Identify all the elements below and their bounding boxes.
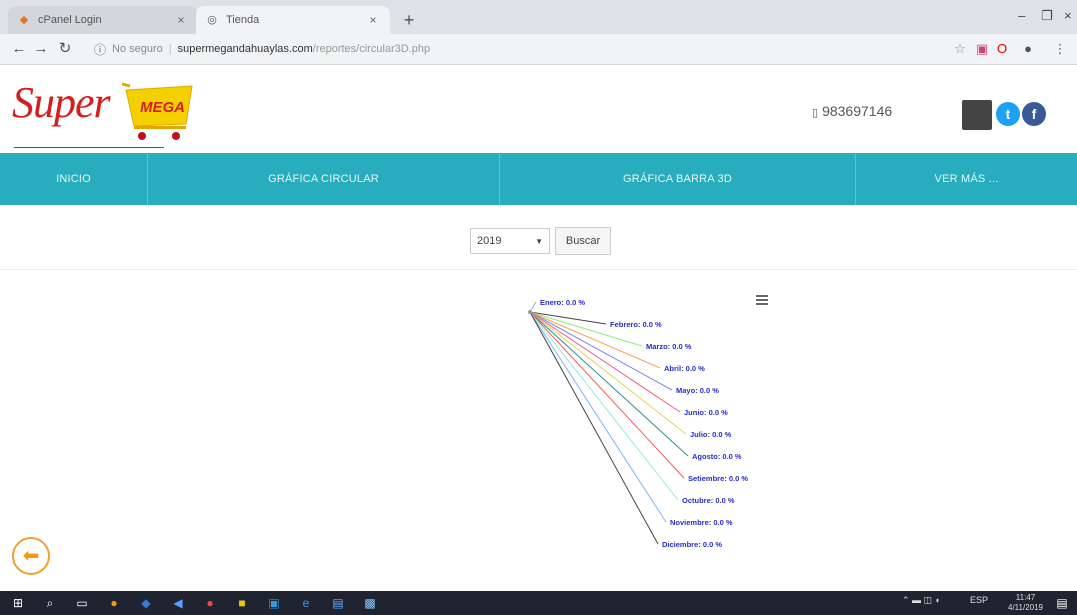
file-explorer-icon[interactable]: ■ (234, 595, 250, 611)
site-logo[interactable]: Super MEGA (12, 74, 212, 154)
address-input[interactable]: ⓘ No seguro | supermegandahuaylas.com /r… (94, 38, 924, 60)
pie-data-label: Diciembre: 0.0 % (662, 540, 722, 549)
bookmark-star-icon[interactable]: ☆ (952, 41, 968, 57)
pie-slice-connector (529, 311, 687, 435)
back-arrow-icon[interactable]: ← (10, 40, 28, 58)
browser-tab-bar: ◆ cPanel Login × ◎ Tienda × + – ❐ × (0, 0, 1077, 34)
close-tab-icon[interactable]: × (174, 13, 188, 27)
chrome-icon[interactable]: ● (202, 595, 218, 611)
pie-data-label: Enero: 0.0 % (540, 298, 585, 307)
year-value: 2019 (477, 235, 502, 247)
pie-data-label: Marzo: 0.0 % (646, 342, 692, 351)
clock-time: 11:47 (1015, 593, 1036, 602)
phone-number: 983697146 (822, 103, 893, 119)
windows-taskbar: ⊞ ⌕ ▭ ● ◆ ◀ ● ■ ▣ e ▤ ▩ ⌃ ▬ ◫ ◖ ESP 11:4… (0, 591, 1077, 615)
app-icon[interactable]: ▤ (330, 595, 346, 611)
tab-cpanel[interactable]: ◆ cPanel Login × (8, 6, 198, 34)
address-bar-row: ← → ↻ ⓘ No seguro | supermegandahuaylas.… (0, 34, 1077, 65)
search-button[interactable]: Buscar (555, 227, 611, 255)
main-nav: INICIO GRÁFICA CIRCULAR GRÁFICA BARRA 3D… (0, 153, 1077, 205)
reload-icon[interactable]: ↻ (56, 40, 74, 58)
windows-start-icon[interactable]: ⊞ (10, 595, 26, 611)
shopping-cart-icon: MEGA (122, 82, 193, 140)
phone-contact: ▯ 983697146 (812, 103, 892, 119)
pie-data-label: Julio: 0.0 % (690, 430, 732, 439)
tab-title: cPanel Login (38, 14, 102, 26)
pie-data-label: Agosto: 0.0 % (692, 452, 742, 461)
search-icon[interactable]: ⌕ (42, 595, 58, 611)
svg-text:MEGA: MEGA (140, 99, 185, 116)
avatar[interactable] (962, 100, 992, 130)
phone-icon: ▯ (812, 107, 819, 119)
pie-slice-connector (529, 311, 679, 501)
logo-underline (14, 147, 164, 148)
cpanel-favicon-icon: ◆ (19, 14, 29, 26)
back-button[interactable]: ⬅ (12, 537, 50, 575)
profile-icon[interactable]: ● (1020, 41, 1036, 57)
restore-icon[interactable]: ❐ (1041, 8, 1053, 24)
url-domain: supermegandahuaylas.com (177, 43, 313, 55)
tray-icons[interactable]: ⌃ ▬ ◫ ◖ (902, 595, 940, 606)
nav-item-grafica-barra-3d[interactable]: GRÁFICA BARRA 3D (500, 153, 856, 205)
pie-slice (528, 310, 532, 314)
language-indicator[interactable]: ESP (970, 595, 988, 605)
close-window-icon[interactable]: × (1064, 8, 1072, 23)
nav-item-ver-mas[interactable]: VER MÁS ... (856, 153, 1077, 205)
app-icon[interactable]: ◆ (138, 595, 154, 611)
pie-data-label: Abril: 0.0 % (664, 364, 705, 373)
app-icon[interactable]: ◀ (170, 595, 186, 611)
new-tab-button[interactable]: + (398, 9, 420, 31)
clock-date: 4/11/2019 (1008, 603, 1043, 612)
pie-data-label: Setiembre: 0.0 % (688, 474, 748, 483)
firefox-icon[interactable]: ● (106, 595, 122, 611)
pie-data-label: Junio: 0.0 % (684, 408, 728, 417)
tab-tienda[interactable]: ◎ Tienda × (196, 6, 390, 34)
clock[interactable]: 11:47 4/11/2019 (1008, 593, 1043, 613)
security-label: No seguro (112, 43, 163, 55)
menu-kebab-icon[interactable]: ⋮ (1052, 41, 1068, 57)
app-icon[interactable]: ▣ (266, 595, 282, 611)
chart-menu-icon[interactable] (756, 295, 768, 305)
task-view-icon[interactable]: ▭ (74, 595, 90, 611)
facebook-icon[interactable]: f (1022, 102, 1046, 126)
pie-data-label: Febrero: 0.0 % (610, 320, 662, 329)
opera-icon[interactable]: O (994, 41, 1010, 57)
forward-arrow-icon[interactable]: → (32, 40, 50, 58)
logo-text: Super (12, 78, 111, 127)
close-tab-icon[interactable]: × (366, 13, 380, 27)
pie-data-label: Noviembre: 0.0 % (670, 518, 733, 527)
tab-title: Tienda (226, 14, 260, 26)
minimize-icon[interactable]: – (1018, 8, 1025, 23)
extension-icon[interactable]: ▣ (974, 41, 990, 57)
nav-item-inicio[interactable]: INICIO (0, 153, 148, 205)
nav-item-grafica-circular[interactable]: GRÁFICA CIRCULAR (148, 153, 500, 205)
twitter-icon[interactable]: t (996, 102, 1020, 126)
app-icon[interactable]: ▩ (362, 595, 378, 611)
filter-bar: 2019 ▼ Buscar (0, 207, 1077, 270)
pie-data-label: Octubre: 0.0 % (682, 496, 735, 505)
edge-icon[interactable]: e (298, 595, 314, 611)
year-select[interactable]: 2019 ▼ (470, 228, 550, 254)
info-icon[interactable]: ⓘ (94, 41, 108, 58)
pie-data-label: Mayo: 0.0 % (676, 386, 719, 395)
globe-icon: ◎ (207, 14, 217, 26)
url-path: /reportes/circular3D.php (312, 43, 431, 55)
notification-icon[interactable]: ▤ (1054, 595, 1070, 611)
pie-chart: Enero: 0.0 % Febrero: 0.0 % Marzo: 0.0 % Ab… (528, 298, 748, 549)
pie-slice-connector (529, 311, 643, 347)
pie-slice-connector (529, 311, 685, 479)
dropdown-arrow-icon: ▼ (535, 236, 543, 246)
